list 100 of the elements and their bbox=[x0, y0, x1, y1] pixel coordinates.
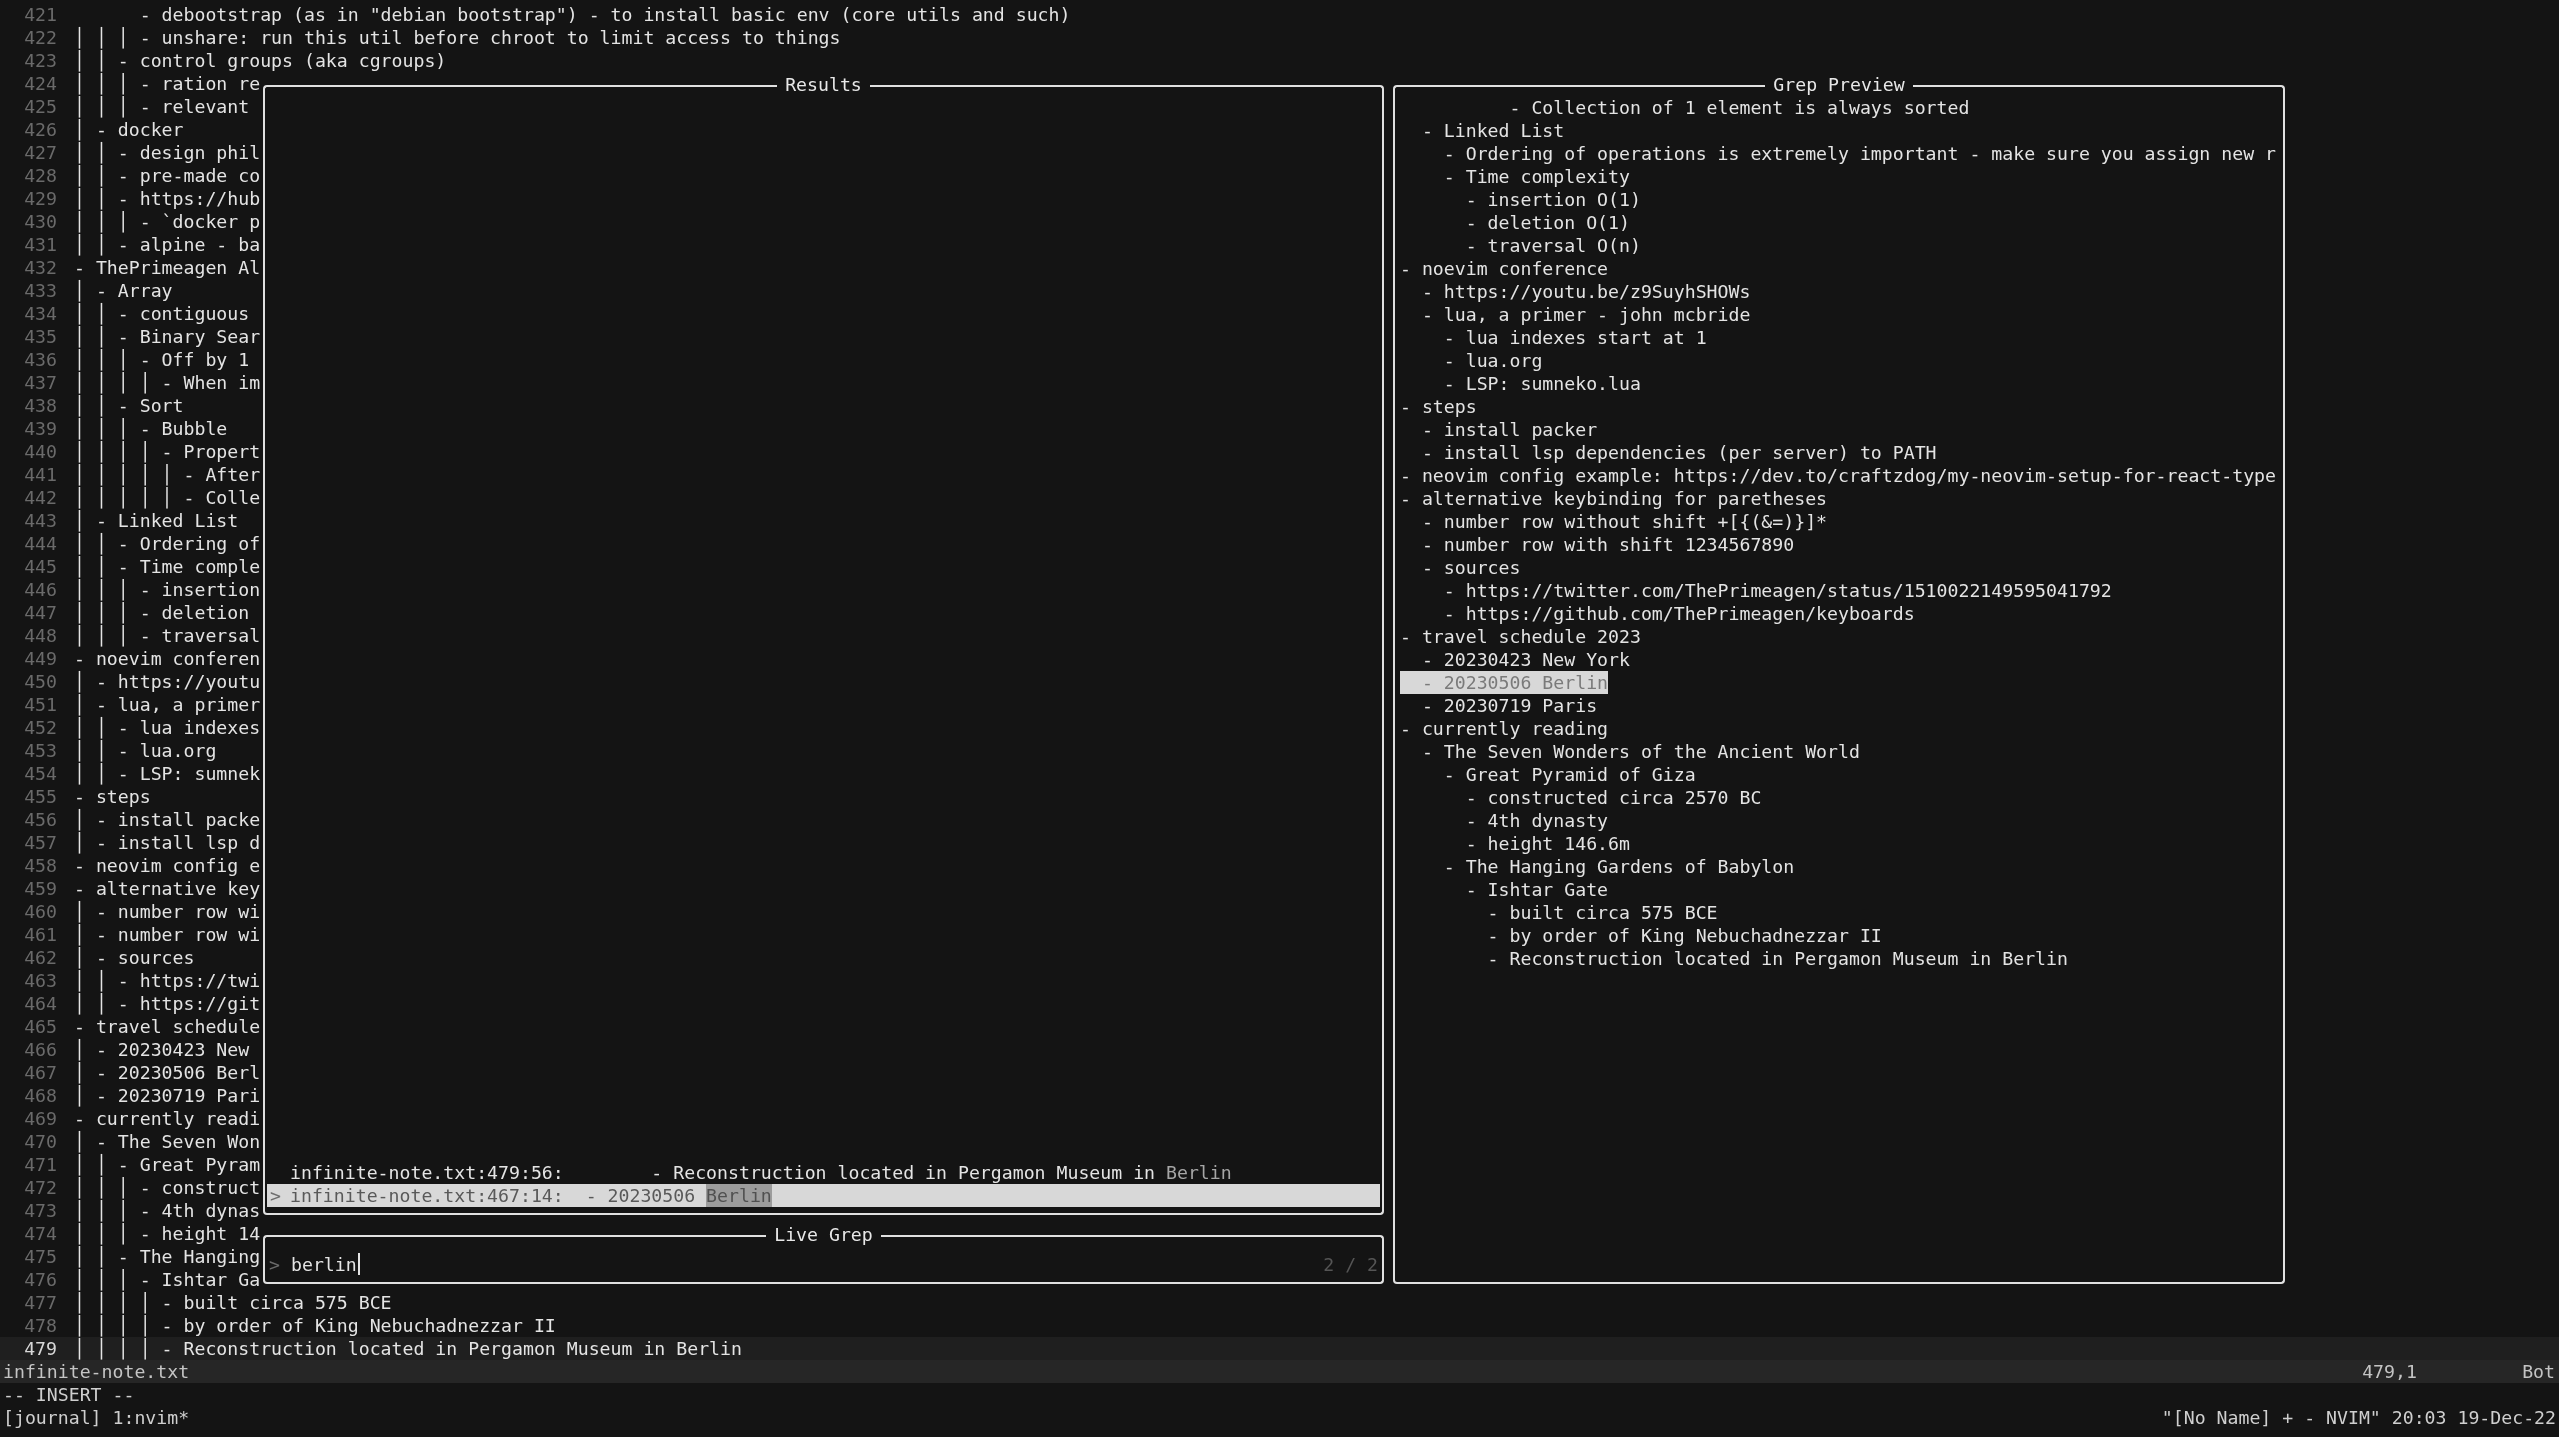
line-number: 437 bbox=[23, 371, 57, 394]
preview-line: - number row without shift +[{(&=)}]* bbox=[1420, 510, 1828, 533]
code-line: │ - Linked List bbox=[74, 509, 239, 532]
scroll-position: Bot bbox=[2522, 1360, 2555, 1383]
line-number: 475 bbox=[23, 1245, 57, 1268]
code-line: │ │ - lua indexes bbox=[74, 716, 261, 739]
line-number: 458 bbox=[23, 854, 57, 877]
line-number: 461 bbox=[23, 923, 57, 946]
code-line: │ │ - https://hub bbox=[74, 187, 261, 210]
code-line: │ │ - design phil bbox=[74, 141, 261, 164]
code-line: │ │ │ - insertion bbox=[74, 578, 261, 601]
preview-line: - currently reading bbox=[1400, 717, 1609, 740]
line-number: 429 bbox=[23, 187, 57, 210]
code-line: │ - Array bbox=[74, 279, 173, 302]
line-number: 465 bbox=[23, 1015, 57, 1038]
preview-line: - height 146.6m bbox=[1464, 832, 1630, 855]
line-number: 444 bbox=[23, 532, 57, 555]
line-number: 459 bbox=[23, 877, 57, 900]
code-line: │ │ │ │ - When im bbox=[74, 371, 261, 394]
line-number: 462 bbox=[23, 946, 57, 969]
line-number: 479 bbox=[23, 1337, 57, 1360]
preview-line: - https://github.com/ThePrimeagen/keyboards bbox=[1442, 602, 1915, 625]
code-line: - currently readi bbox=[74, 1107, 261, 1130]
code-line: │ │ │ - relevant bbox=[74, 95, 250, 118]
line-number: 424 bbox=[23, 72, 57, 95]
code-line: │ │ │ - construct bbox=[74, 1176, 261, 1199]
line-number: 446 bbox=[23, 578, 57, 601]
code-line: │ │ - Time comple bbox=[74, 555, 261, 578]
preview-line: - deletion O(1) bbox=[1464, 211, 1630, 234]
code-line: │ │ - Ordering of bbox=[74, 532, 261, 555]
preview-line: - lua.org bbox=[1442, 349, 1543, 372]
line-number: 450 bbox=[23, 670, 57, 693]
line-number: 476 bbox=[23, 1268, 57, 1291]
preview-line: - lua, a primer - john mcbride bbox=[1420, 303, 1751, 326]
line-number: 422 bbox=[23, 26, 57, 49]
file-name: infinite-note.txt bbox=[3, 1360, 190, 1383]
line-number: 449 bbox=[23, 647, 57, 670]
line-number: 436 bbox=[23, 348, 57, 371]
line-number: 426 bbox=[23, 118, 57, 141]
result-item[interactable]: infinite-note.txt:479:56: - Reconstruction located in Pergamon Museum in Berlin bbox=[267, 1161, 1380, 1184]
preview-line: - alternative keybinding for paretheses bbox=[1400, 487, 1828, 510]
search-field[interactable]: > berlin 2 / 2 bbox=[265, 1246, 1382, 1282]
prompt-caret: > bbox=[269, 1253, 281, 1275]
preview-line: - Reconstruction located in Pergamon Museum in Berlin bbox=[1486, 947, 2068, 970]
line-number: 471 bbox=[23, 1153, 57, 1176]
code-line: │ │ │ │ │ - Colle bbox=[74, 486, 261, 509]
preview-line: - Collection of 1 element is always sorted bbox=[1508, 96, 1970, 119]
panel-title: Live Grep bbox=[773, 1224, 874, 1246]
match-counter: 2 / 2 bbox=[1323, 1253, 1378, 1275]
code-line: │ │ │ │ - built circa 575 BCE bbox=[74, 1291, 392, 1314]
code-line: │ - install lsp d bbox=[74, 831, 261, 854]
code-line: │ │ - Sort bbox=[74, 394, 184, 417]
line-number: 425 bbox=[23, 95, 57, 118]
code-line: │ │ - Great Pyram bbox=[74, 1153, 261, 1176]
preview-line: - Linked List bbox=[1420, 119, 1565, 142]
code-line: │ │ │ - Bubble bbox=[74, 417, 228, 440]
preview-line: - sources bbox=[1420, 556, 1521, 579]
code-line: │ - number row wi bbox=[74, 900, 261, 923]
line-number: 457 bbox=[23, 831, 57, 854]
code-line: │ - 20230719 Pari bbox=[74, 1084, 261, 1107]
code-line: │ │ - lua.org bbox=[74, 739, 217, 762]
line-number: 454 bbox=[23, 762, 57, 785]
panel-title: Results bbox=[784, 74, 863, 96]
code-line: │ - 20230506 Berl bbox=[74, 1061, 261, 1084]
preview-line: - 20230719 Paris bbox=[1420, 694, 1598, 717]
line-number: 441 bbox=[23, 463, 57, 486]
preview-line: - by order of King Nebuchadnezzar II bbox=[1486, 924, 1882, 947]
code-line: │ │ │ - unshare: run this util before chroot to limit access to things bbox=[74, 26, 841, 49]
line-number: 439 bbox=[23, 417, 57, 440]
code-line: │ - install packe bbox=[74, 808, 261, 831]
code-line: │ │ │ │ │ - After bbox=[74, 463, 261, 486]
code-line: - neovim config e bbox=[74, 854, 261, 877]
code-line: │ │ │ │ - Propert bbox=[74, 440, 261, 463]
line-number: 423 bbox=[23, 49, 57, 72]
result-item[interactable]: > infinite-note.txt:467:14: - 20230506 Berlin bbox=[267, 1184, 1380, 1207]
code-line: │ │ - https://twi bbox=[74, 969, 261, 992]
code-line: │ │ │ - deletion bbox=[74, 601, 250, 624]
line-number: 473 bbox=[23, 1199, 57, 1222]
code-line: - travel schedule bbox=[74, 1015, 261, 1038]
preview-line: - https://youtu.be/z9SuyhSHOWs bbox=[1420, 280, 1751, 303]
code-line: - alternative key bbox=[74, 877, 261, 900]
line-number: 445 bbox=[23, 555, 57, 578]
line-number: 433 bbox=[23, 279, 57, 302]
line-number: 470 bbox=[23, 1130, 57, 1153]
line-number: 443 bbox=[23, 509, 57, 532]
text-cursor bbox=[357, 1253, 360, 1275]
code-line: │ │ │ - traversal bbox=[74, 624, 261, 647]
code-line: │ │ - https://git bbox=[74, 992, 261, 1015]
code-line: │ │ │ - Off by 1 bbox=[74, 348, 250, 371]
line-number: 452 bbox=[23, 716, 57, 739]
preview-line: - Ordering of operations is extremely important - make sure you assign new r bbox=[1442, 142, 2276, 165]
panel-title: Grep Preview bbox=[1772, 74, 1906, 96]
code-line: │ │ - LSP: sumnek bbox=[74, 762, 261, 785]
preview-line: - traversal O(n) bbox=[1464, 234, 1641, 257]
line-number: 432 bbox=[23, 256, 57, 279]
preview-line: - noevim conference bbox=[1400, 257, 1609, 280]
line-number: 464 bbox=[23, 992, 57, 1015]
code-line: │ │ │ │ - Reconstruction located in Pergamon Museum in Berlin bbox=[74, 1337, 742, 1360]
preview-line: - Great Pyramid of Giza bbox=[1442, 763, 1696, 786]
preview-line: - Time complexity bbox=[1442, 165, 1630, 188]
